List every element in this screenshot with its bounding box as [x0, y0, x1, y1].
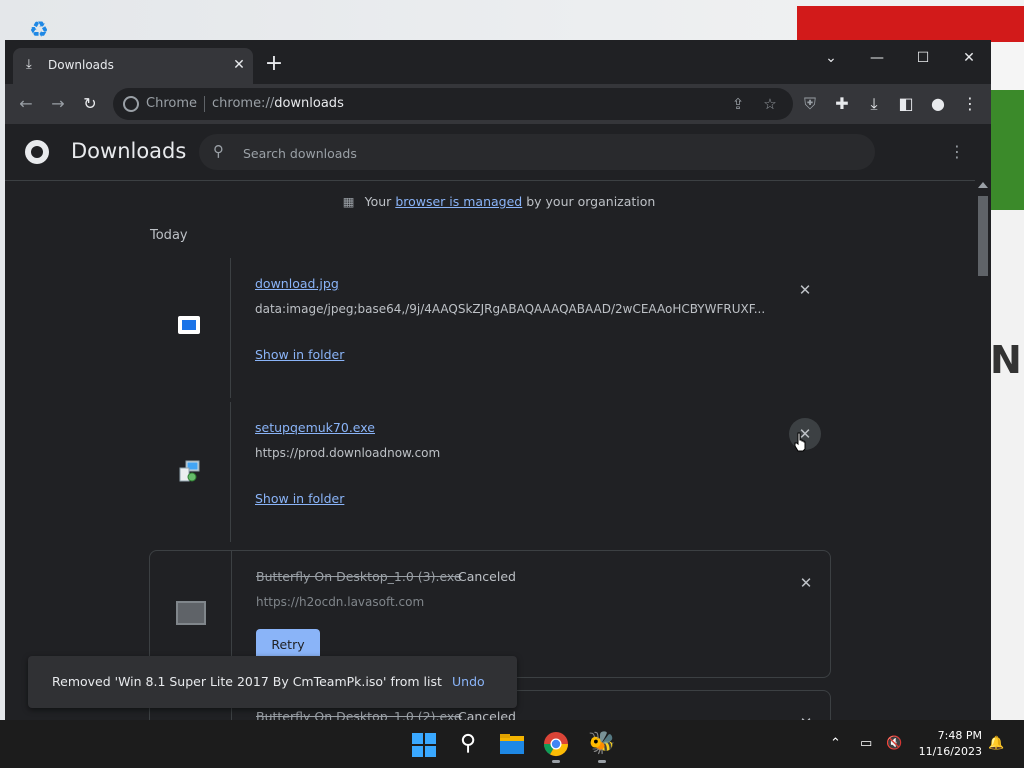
toolbar: ← → ↻ Chrome chrome://downloads ⇪ ☆ ⛨ ✚ … [5, 84, 991, 124]
file-url: data:image/jpeg;base64,/9j/4AAQSkZJRgABA… [255, 302, 766, 316]
page-header: Downloads ⚲ ⋮ [5, 124, 991, 181]
image-file-icon [175, 313, 203, 341]
bookmark-star-icon[interactable]: ☆ [760, 94, 780, 114]
url-host: downloads [274, 96, 344, 111]
share-icon[interactable]: ⇪ [728, 94, 748, 114]
search-icon: ⚲ [213, 142, 224, 160]
managed-link[interactable]: browser is managed [395, 194, 522, 209]
file-explorer-icon[interactable] [496, 728, 528, 760]
extensions-puzzle-icon[interactable]: ✚ [830, 92, 854, 116]
url-text: chrome://downloads [212, 96, 344, 111]
file-name-link[interactable]: download.jpg [255, 276, 339, 291]
ublock-extension-icon[interactable]: ⛨ [798, 92, 822, 116]
notification-bell-icon[interactable]: 🔔 [988, 734, 1004, 754]
side-panel-icon[interactable]: ◧ [894, 92, 918, 116]
background-window-fragment [990, 42, 1024, 90]
clock-date: 11/16/2023 [918, 745, 982, 758]
building-icon: ▦ [342, 194, 355, 209]
background-window-fragment [797, 6, 1024, 42]
downloads-page: Downloads ⚲ ⋮ ▦ Your browser is managed b… [5, 124, 991, 720]
file-name-link[interactable]: setupqemuk70.exe [255, 420, 375, 435]
search-icon[interactable]: ⚲ [452, 728, 484, 760]
remove-icon[interactable]: ✕ [789, 274, 821, 306]
tab-strip: ⤓ Downloads ✕ + ⌄ — ☐ ✕ [5, 40, 991, 84]
film-file-icon [176, 599, 206, 627]
managed-suffix: by your organization [526, 194, 656, 209]
show-in-folder-link[interactable]: Show in folder [255, 347, 344, 362]
file-icon-column [149, 258, 231, 398]
removed-toast: Removed 'Win 8.1 Super Lite 2017 By CmTe… [28, 656, 517, 708]
tab-title: Downloads [48, 58, 114, 72]
chevron-up-icon[interactable]: ⌃ [830, 734, 841, 754]
site-label: Chrome [146, 96, 197, 111]
reload-icon[interactable]: ↻ [78, 92, 102, 116]
bee-app-icon[interactable]: 🐝 [586, 728, 618, 763]
chrome-logo-icon [25, 140, 49, 164]
managed-notice: ▦ Your browser is managed by your organiz… [5, 194, 991, 209]
address-bar[interactable]: Chrome chrome://downloads ⇪ ☆ [113, 88, 793, 120]
profile-avatar-icon[interactable]: ● [926, 92, 950, 116]
toast-message: Removed 'Win 8.1 Super Lite 2017 By CmTe… [52, 674, 442, 689]
taskbar: ⚲ 🐝 ⌃ ▭ 🔇 7:48 PM 11/16/2023 🔔 [0, 720, 1024, 768]
hand-cursor-icon [794, 432, 806, 452]
forward-arrow-icon[interactable]: → [46, 92, 70, 116]
file-url: https://prod.downloadnow.com [255, 446, 441, 460]
download-icon: ⤓ [26, 57, 32, 72]
plus-icon[interactable]: + [263, 53, 285, 76]
window-close-icon[interactable]: ✕ [954, 46, 984, 70]
scrollbar[interactable] [975, 180, 991, 720]
kebab-menu-icon[interactable]: ⋮ [958, 92, 982, 116]
divider [204, 96, 205, 112]
undo-button[interactable]: Undo [452, 674, 485, 689]
chrome-window: ⤓ Downloads ✕ + ⌄ — ☐ ✕ ← → ↻ Chrome chr… [5, 40, 991, 720]
maximize-icon[interactable]: ☐ [908, 46, 938, 70]
search-box[interactable]: ⚲ [199, 134, 875, 170]
close-icon[interactable]: ✕ [231, 57, 247, 73]
minimize-icon[interactable]: — [862, 46, 892, 70]
file-url: https://h2ocdn.lavasoft.com [256, 595, 425, 609]
url-scheme: chrome:// [212, 96, 275, 111]
scroll-thumb[interactable] [978, 196, 988, 276]
chrome-site-icon [123, 96, 139, 112]
tab-search-icon[interactable]: ⌄ [816, 46, 846, 70]
show-in-folder-link[interactable]: Show in folder [255, 491, 344, 506]
volume-muted-icon[interactable]: 🔇 [886, 734, 902, 754]
status-text: Canceled [458, 569, 516, 584]
remove-icon[interactable]: ✕ [790, 567, 822, 599]
managed-prefix: Your [364, 194, 392, 209]
clock-time: 7:48 PM [937, 729, 982, 742]
download-item: setupqemuk70.exe https://prod.downloadno… [149, 402, 831, 542]
back-arrow-icon[interactable]: ← [14, 92, 38, 116]
file-name: Butterfly On Desktop_1.0 (3).exe [256, 569, 462, 584]
clock[interactable]: 7:48 PM 11/16/2023 [912, 728, 982, 760]
windows-logo-icon [412, 733, 436, 757]
background-window-fragment: N [990, 338, 1022, 382]
running-indicator [598, 760, 606, 763]
running-indicator [552, 760, 560, 763]
scroll-up-arrow-icon[interactable] [978, 182, 988, 188]
downloads-icon[interactable]: ⤓ [862, 92, 886, 116]
file-name: Butterfly On Desktop_1.0 (2).exe [256, 709, 462, 720]
status-text: Canceled [458, 709, 516, 720]
tab-downloads[interactable]: ⤓ Downloads ✕ [13, 48, 253, 84]
remove-icon[interactable]: ✕ [790, 707, 822, 720]
download-item: download.jpg data:image/jpeg;base64,/9j/… [149, 258, 831, 398]
network-icon[interactable]: ▭ [860, 734, 872, 754]
search-input[interactable] [241, 143, 845, 163]
start-button[interactable] [408, 728, 440, 760]
background-window-fragment [990, 90, 1024, 210]
date-label: Today [150, 228, 188, 243]
more-options-icon[interactable]: ⋮ [947, 142, 967, 162]
page-title: Downloads [71, 139, 187, 163]
file-icon-column [149, 402, 231, 542]
installer-icon [175, 457, 203, 485]
chrome-taskbar-icon[interactable] [540, 728, 572, 763]
